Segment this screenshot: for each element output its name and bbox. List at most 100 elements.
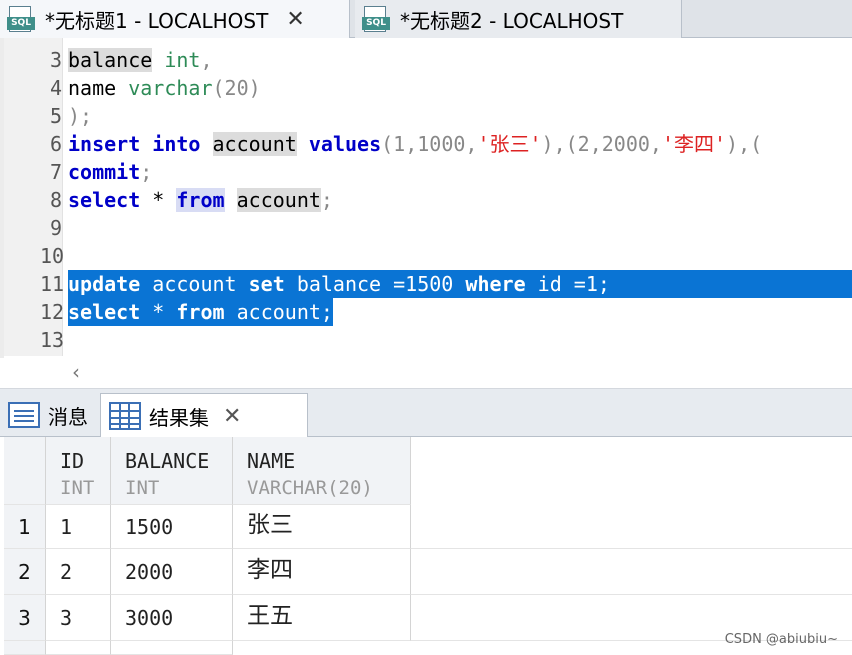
token: * [152, 300, 165, 324]
row-number[interactable]: 3 [4, 595, 46, 641]
empty-cell [46, 641, 111, 655]
table-cell[interactable]: 2000 [111, 549, 233, 595]
code-line: 13 [0, 326, 852, 354]
table-cell[interactable]: 1500 [111, 505, 233, 549]
watermark: CSDN @abiubiu~ [724, 632, 838, 647]
token: balance =1500 [296, 272, 454, 296]
column-name: ID [60, 449, 85, 473]
column-name: NAME [247, 449, 296, 473]
table-cell[interactable]: 1 [46, 505, 111, 549]
line-number: 7 [49, 160, 62, 184]
line-number: 4 [49, 76, 62, 100]
table-cell[interactable]: 李四 [233, 549, 411, 595]
token: values [308, 132, 382, 156]
line-number: 5 [49, 104, 62, 128]
row-number [4, 641, 46, 655]
line-number: 11 [40, 272, 65, 296]
token: name [68, 76, 117, 100]
sql-editor[interactable]: 3 balance int, 4 name varchar(20) 5 ); 6… [0, 38, 852, 358]
result-grid: ID INT BALANCE INT NAME VARCHAR(20) 1 1 … [0, 437, 852, 655]
token: ),( [726, 132, 763, 156]
close-tab-icon[interactable]: ✕ [223, 404, 241, 429]
token: account [212, 132, 297, 156]
token: account; [236, 300, 333, 324]
row-header-corner [4, 437, 46, 505]
token: int [164, 48, 201, 72]
token: balance [68, 48, 153, 72]
tab-label: 消息 [48, 404, 88, 429]
column-type: INT [60, 477, 95, 499]
token: '李四' [661, 132, 727, 156]
editor-tab-bar: SQL *无标题1 - LOCALHOST ✕ SQL *无标题2 - LOCA… [0, 0, 852, 38]
token: update [68, 272, 141, 296]
code-line: 8 select * from account; [0, 186, 852, 214]
token: (1,1000, [381, 132, 478, 156]
row-number[interactable]: 1 [4, 505, 46, 549]
token: select [68, 300, 141, 324]
empty-cell [111, 641, 233, 655]
tab-untitled-2[interactable]: SQL *无标题2 - LOCALHOST [355, 0, 682, 38]
line-number: 9 [49, 216, 62, 240]
token: ; [320, 188, 333, 212]
token: into [152, 132, 201, 156]
scroll-left-icon[interactable]: ‹ [72, 360, 80, 384]
code-line: 6 insert into account values(1,1000,'张三'… [0, 130, 852, 158]
token: set [248, 272, 285, 296]
column-header-name[interactable]: NAME VARCHAR(20) [233, 437, 411, 505]
sql-file-icon: SQL [362, 6, 390, 32]
column-type: VARCHAR(20) [247, 477, 373, 499]
tab-messages[interactable]: 消息 [8, 393, 88, 437]
code-line: 4 name varchar(20) [0, 74, 852, 102]
token: from [176, 188, 225, 212]
token: commit [68, 160, 141, 184]
table-cell[interactable]: 2 [46, 549, 111, 595]
table-cell[interactable]: 3000 [111, 595, 233, 641]
code-line: 5 ); [0, 102, 852, 130]
code-line-selected: 12 select * from account; [0, 298, 852, 326]
empty-cell [411, 505, 852, 549]
token: (20) [212, 76, 261, 100]
code-line: 9 [0, 214, 852, 242]
tab-title: *无标题2 - LOCALHOST [400, 8, 624, 33]
token: varchar [128, 76, 213, 100]
tab-label: 结果集 [149, 405, 209, 430]
column-header-balance[interactable]: BALANCE INT [111, 437, 233, 505]
line-number: 12 [40, 300, 65, 324]
column-header-id[interactable]: ID INT [46, 437, 111, 505]
line-number: 10 [40, 244, 65, 268]
token: insert [68, 132, 141, 156]
token: ),(2,2000, [541, 132, 662, 156]
code-line: 3 balance int, [0, 46, 852, 74]
result-tab-bar: 消息 结果集 ✕ [0, 389, 852, 438]
token: account [152, 272, 237, 296]
table-grid-icon [109, 402, 141, 430]
table-cell[interactable]: 3 [46, 595, 111, 641]
tab-resultset[interactable]: 结果集 ✕ [100, 393, 308, 438]
token: , [200, 48, 213, 72]
token: * [152, 188, 165, 212]
token: select [68, 188, 141, 212]
close-tab-icon[interactable]: ✕ [286, 7, 304, 32]
code-line: 7 commit; [0, 158, 852, 186]
empty-cell [411, 549, 852, 595]
horizontal-scrollbar[interactable]: ‹ [0, 358, 852, 389]
line-number: 8 [49, 188, 62, 212]
tab-title: *无标题1 - LOCALHOST [45, 8, 269, 33]
token: '张三' [477, 132, 542, 156]
line-number: 3 [49, 48, 62, 72]
line-number: 6 [49, 132, 62, 156]
token: ; [140, 160, 153, 184]
column-type: INT [125, 477, 160, 499]
row-number[interactable]: 2 [4, 549, 46, 595]
table-cell[interactable]: 张三 [233, 505, 411, 549]
token: from [176, 300, 225, 324]
token: where [465, 272, 526, 296]
messages-icon [8, 402, 40, 428]
table-cell[interactable]: 王五 [233, 595, 411, 641]
column-name: BALANCE [125, 449, 210, 473]
sql-file-icon: SQL [7, 6, 35, 32]
token: ); [68, 104, 93, 128]
token: id =1; [537, 272, 610, 296]
line-number: 13 [40, 328, 65, 352]
tab-untitled-1[interactable]: SQL *无标题1 - LOCALHOST ✕ [0, 0, 350, 38]
